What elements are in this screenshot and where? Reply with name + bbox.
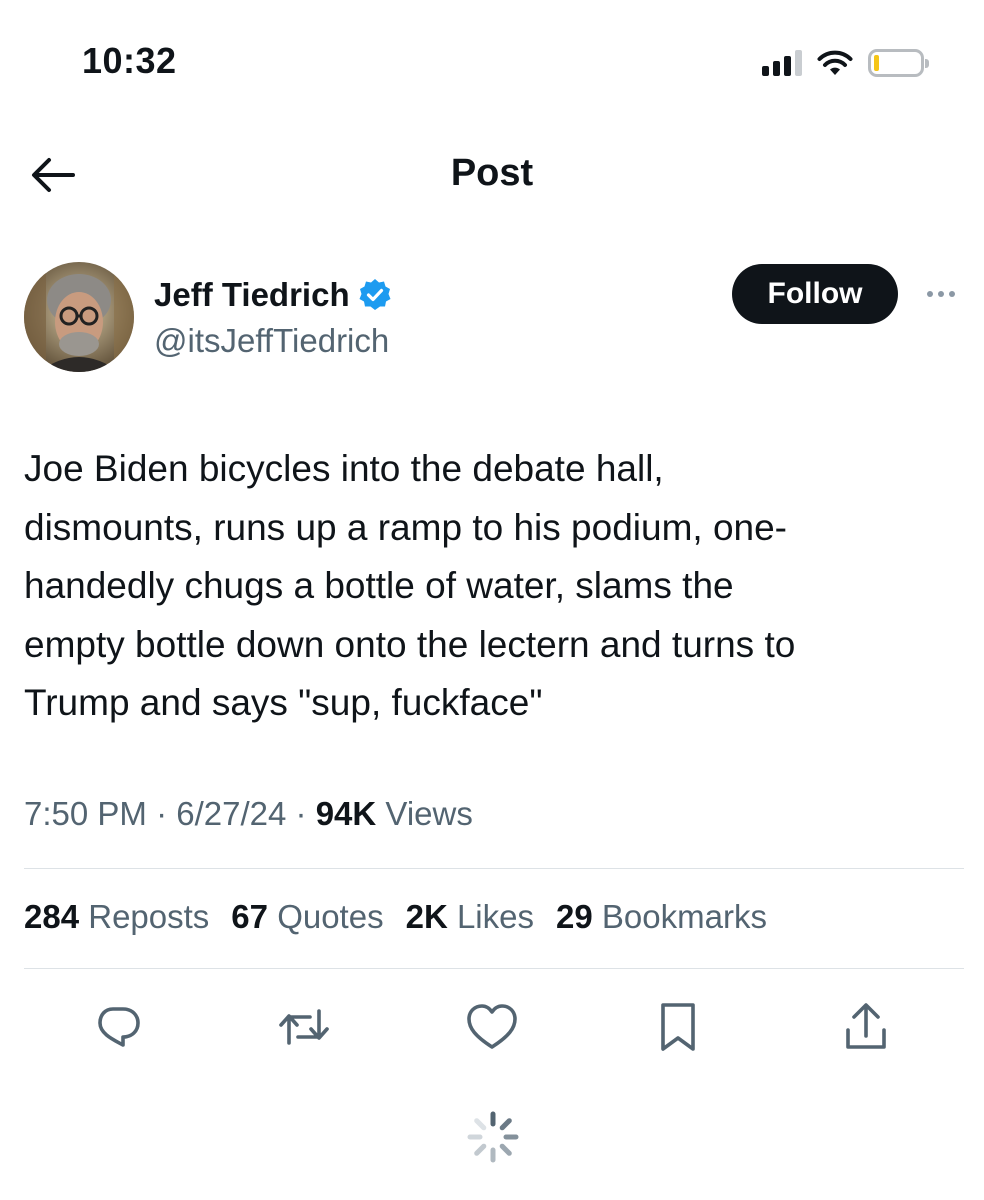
views-label: Views — [385, 795, 473, 832]
wifi-icon — [817, 50, 853, 75]
divider — [24, 968, 964, 969]
stat-bookmarks[interactable]: 29 Bookmarks — [556, 898, 767, 936]
ellipsis-icon — [927, 291, 933, 297]
status-bar: 10:32 — [0, 0, 984, 110]
author-handle[interactable]: @itsJeffTiedrich — [154, 322, 389, 360]
views-count[interactable]: 94K — [316, 795, 377, 832]
reply-button[interactable] — [86, 995, 150, 1059]
author-name[interactable]: Jeff Tiedrich — [154, 276, 392, 314]
repost-icon — [279, 1009, 329, 1045]
share-button[interactable] — [834, 995, 898, 1059]
engagement-stats: 284 Reposts 67 Quotes 2K Likes 29 Bookma… — [24, 898, 767, 936]
meta-separator: · — [156, 795, 168, 832]
meta-separator: · — [295, 795, 307, 832]
like-button[interactable] — [460, 995, 524, 1059]
tweet-line: dismounts, runs up a ramp to his podium,… — [24, 506, 787, 548]
stat-likes[interactable]: 2K Likes — [406, 898, 534, 936]
repost-button[interactable] — [272, 995, 336, 1059]
tweet-date: 6/27/24 — [176, 795, 287, 832]
tweet-line: handedly chugs a bottle of water, slams … — [24, 565, 734, 606]
cellular-signal-icon — [762, 50, 802, 76]
loading-spinner-icon — [467, 1111, 519, 1163]
top-nav: Post — [0, 140, 984, 210]
tweet-line: Trump and says "sup, fuckface" — [24, 682, 543, 723]
profile-photo — [24, 262, 134, 372]
stat-reposts[interactable]: 284 Reposts — [24, 898, 209, 936]
action-bar — [0, 995, 984, 1065]
tweet-line: empty bottle down onto the lectern and t… — [24, 623, 796, 665]
author-row: Jeff Tiedrich @itsJeffTiedrich Follow — [24, 262, 964, 374]
status-icons — [762, 46, 929, 80]
reply-icon — [98, 1007, 140, 1047]
tweet-time: 7:50 PM — [24, 795, 147, 832]
like-icon — [467, 1004, 517, 1049]
status-time: 10:32 — [82, 40, 177, 81]
share-icon — [846, 1003, 886, 1049]
bookmark-button[interactable] — [646, 995, 710, 1059]
battery-low-icon — [868, 49, 929, 77]
more-options-button[interactable] — [918, 280, 964, 308]
follow-button[interactable]: Follow — [732, 264, 898, 324]
avatar[interactable] — [24, 262, 134, 372]
divider — [24, 868, 964, 869]
bookmark-icon — [661, 1003, 695, 1051]
author-name-text: Jeff Tiedrich — [154, 276, 350, 313]
tweet-text: Joe Biden bicycles into the debate hall,… — [24, 440, 964, 733]
stat-quotes[interactable]: 67 Quotes — [231, 898, 383, 936]
page-title: Post — [450, 152, 534, 194]
tweet-meta: 7:50 PM · 6/27/24 · 94K Views — [24, 795, 473, 833]
verified-badge-icon — [359, 279, 391, 310]
tweet-line: Joe Biden bicycles into the debate hall, — [24, 448, 664, 489]
